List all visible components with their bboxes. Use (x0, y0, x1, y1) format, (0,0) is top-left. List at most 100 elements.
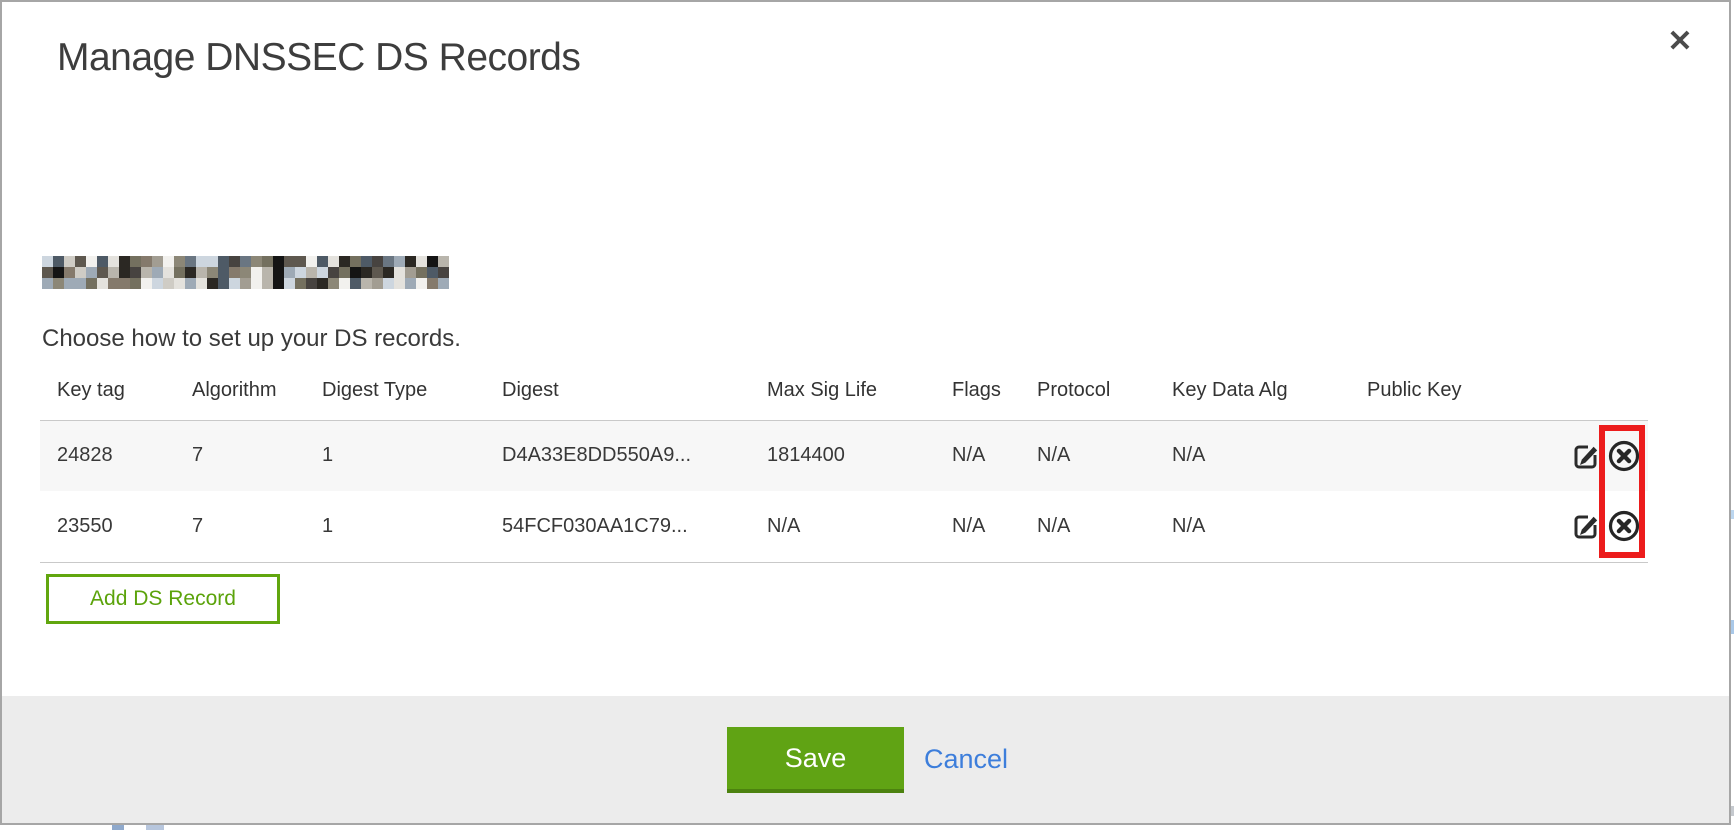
redacted-pixel (163, 256, 174, 267)
col-header-protocol: Protocol (1020, 362, 1155, 420)
redacted-pixel (262, 267, 273, 278)
background-page-fragment (112, 825, 124, 830)
redacted-pixel (361, 256, 372, 267)
redacted-pixel (339, 256, 350, 267)
redacted-pixel (64, 278, 75, 289)
col-header-key-data-alg: Key Data Alg (1155, 362, 1350, 420)
redacted-pixel (306, 278, 317, 289)
redacted-pixel (295, 267, 306, 278)
redacted-pixel (108, 256, 119, 267)
col-header-key-tag: Key tag (40, 362, 175, 420)
redacted-pixel (405, 267, 416, 278)
screenshot-page: Manage DNSSEC DS Records ✕ Choose how to… (0, 0, 1734, 830)
cell-algorithm: 7 (175, 420, 305, 491)
redacted-pixel (350, 256, 361, 267)
redacted-pixel (394, 256, 405, 267)
redacted-pixel (196, 278, 207, 289)
redacted-pixel (97, 267, 108, 278)
redacted-pixel (438, 256, 449, 267)
background-page-fragment (146, 825, 164, 830)
ds-records-table: Key tag Algorithm Digest Type Digest Max… (40, 362, 1648, 563)
redacted-pixel (229, 278, 240, 289)
redacted-pixel (361, 278, 372, 289)
col-header-actions (1540, 362, 1648, 420)
redacted-pixel (383, 278, 394, 289)
redacted-pixel (438, 267, 449, 278)
redacted-pixel (394, 267, 405, 278)
redacted-domain (42, 256, 449, 289)
redacted-pixel (174, 267, 185, 278)
redacted-pixel (53, 256, 64, 267)
redacted-pixel (185, 256, 196, 267)
redacted-pixel (295, 278, 306, 289)
edit-record-button[interactable] (1570, 510, 1602, 542)
redacted-pixel (174, 278, 185, 289)
redacted-pixel (383, 256, 394, 267)
redacted-pixel (416, 256, 427, 267)
redacted-pixel (273, 267, 284, 278)
save-button[interactable]: Save (727, 727, 904, 793)
redacted-pixel (427, 278, 438, 289)
redacted-pixel (86, 278, 97, 289)
modal-footer: Save Cancel (2, 696, 1729, 823)
edit-record-button[interactable] (1570, 440, 1602, 472)
redacted-pixel (163, 267, 174, 278)
cancel-link[interactable]: Cancel (924, 744, 1008, 774)
redacted-pixel (251, 267, 262, 278)
redacted-pixel (372, 267, 383, 278)
redacted-pixel (130, 256, 141, 267)
redacted-pixel (427, 256, 438, 267)
col-header-public-key: Public Key (1350, 362, 1540, 420)
redacted-pixel (97, 256, 108, 267)
redacted-pixel (130, 267, 141, 278)
redacted-pixel (53, 267, 64, 278)
redacted-pixel (163, 278, 174, 289)
redacted-pixel (108, 267, 119, 278)
cell-actions (1540, 420, 1648, 491)
redacted-pixel (284, 267, 295, 278)
delete-record-button[interactable] (1607, 439, 1641, 473)
redacted-pixel (196, 256, 207, 267)
add-ds-record-button[interactable]: Add DS Record (46, 574, 280, 624)
redacted-pixel (42, 278, 53, 289)
table-row: 24828 7 1 D4A33E8DD550A9... 1814400 N/A … (40, 420, 1648, 491)
redacted-pixel (42, 256, 53, 267)
redacted-pixel (240, 278, 251, 289)
redacted-pixel (119, 267, 130, 278)
redacted-pixel (207, 278, 218, 289)
redacted-pixel (383, 267, 394, 278)
cell-max-sig-life: 1814400 (750, 420, 935, 491)
redacted-pixel (405, 278, 416, 289)
col-header-algorithm: Algorithm (175, 362, 305, 420)
delete-record-button[interactable] (1607, 509, 1641, 543)
redacted-pixel (75, 278, 86, 289)
col-header-digest-type: Digest Type (305, 362, 485, 420)
redacted-pixel (350, 278, 361, 289)
redacted-pixel (394, 278, 405, 289)
redacted-pixel (328, 267, 339, 278)
redacted-pixel (64, 267, 75, 278)
redacted-pixel (141, 267, 152, 278)
redacted-pixel (240, 267, 251, 278)
redacted-pixel (152, 278, 163, 289)
delete-circle-icon (1607, 439, 1641, 473)
redacted-pixel (130, 278, 141, 289)
redacted-pixel (306, 256, 317, 267)
table-header-row: Key tag Algorithm Digest Type Digest Max… (40, 362, 1648, 420)
edit-icon (1570, 440, 1602, 472)
redacted-pixel (97, 278, 108, 289)
cell-key-data-alg: N/A (1155, 420, 1350, 491)
cell-algorithm: 7 (175, 491, 305, 562)
close-button[interactable]: ✕ (1658, 20, 1702, 64)
redacted-pixel (284, 256, 295, 267)
redacted-pixel (273, 256, 284, 267)
redacted-pixel (328, 256, 339, 267)
redacted-pixel (108, 278, 119, 289)
redacted-pixel (240, 256, 251, 267)
redacted-pixel (152, 256, 163, 267)
redacted-pixel (229, 256, 240, 267)
col-header-flags: Flags (935, 362, 1020, 420)
redacted-pixel (218, 256, 229, 267)
redacted-pixel (141, 278, 152, 289)
redacted-pixel (119, 256, 130, 267)
